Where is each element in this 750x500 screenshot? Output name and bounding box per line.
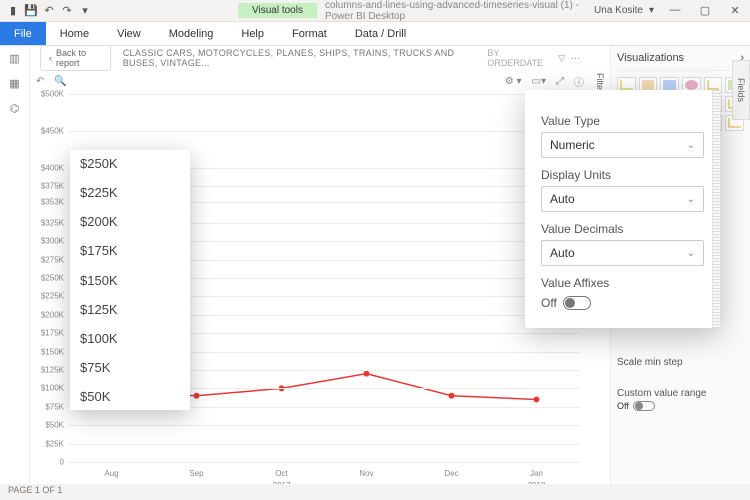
- chart-fullscreen-icon[interactable]: ⤢: [556, 76, 564, 87]
- mag-tick: $150K: [80, 273, 180, 288]
- mag-tick: $250K: [80, 156, 180, 171]
- chevron-down-icon: ⌄: [687, 248, 695, 259]
- y-tick: $125K: [34, 366, 64, 375]
- mag-tick: $50K: [80, 389, 180, 404]
- model-view-icon[interactable]: ⌬: [10, 102, 20, 115]
- y-tick: $200K: [34, 310, 64, 319]
- status-bar: PAGE 1 OF 1: [0, 484, 750, 500]
- tab-home[interactable]: Home: [46, 24, 103, 44]
- popup-grip[interactable]: [712, 90, 720, 328]
- contextual-tab[interactable]: Visual tools: [238, 3, 317, 18]
- search-icon[interactable]: 🔍: [54, 76, 66, 87]
- x-tick: Jan: [499, 469, 574, 478]
- quick-access-toolbar: ▮ 💾 ↶ ↷ ▾: [0, 4, 98, 18]
- y-tick: $100K: [34, 384, 64, 393]
- back-button[interactable]: ‹Back to report: [40, 45, 111, 71]
- by-orderdate-label: BY ORDERDATE: [487, 48, 546, 68]
- y-tick: $150K: [34, 347, 64, 356]
- tab-help[interactable]: Help: [227, 24, 278, 44]
- x-tick: Nov: [329, 469, 404, 478]
- tab-data-drill[interactable]: Data / Drill: [341, 24, 420, 44]
- report-header: ‹Back to report CLASSIC CARS, MOTORCYCLE…: [30, 46, 590, 70]
- value-decimals-select[interactable]: Auto⌄: [541, 240, 704, 266]
- chevron-down-icon: ⌄: [687, 140, 695, 151]
- tab-file[interactable]: File: [0, 22, 46, 45]
- tab-modeling[interactable]: Modeling: [155, 24, 228, 44]
- y-tick: $400K: [34, 163, 64, 172]
- category-list: CLASSIC CARS, MOTORCYCLES, PLANES, SHIPS…: [123, 48, 476, 68]
- data-view-icon[interactable]: ▦: [9, 77, 19, 90]
- undo-chart-icon[interactable]: ↶: [36, 76, 44, 87]
- user-chevron-icon: ▾: [649, 5, 654, 16]
- y-tick: $450K: [34, 126, 64, 135]
- page-indicator: PAGE 1 OF 1: [8, 485, 62, 495]
- y-tick: $75K: [34, 402, 64, 411]
- x-tick: Aug: [74, 469, 149, 478]
- x-tick: Oct: [244, 469, 319, 478]
- display-units-select[interactable]: Auto⌄: [541, 186, 704, 212]
- value-affixes-label: Value Affixes: [541, 276, 704, 290]
- chevron-down-icon: ⌄: [687, 194, 695, 205]
- value-decimals-label: Value Decimals: [541, 222, 704, 236]
- tab-format[interactable]: Format: [278, 24, 341, 44]
- custom-range-toggle[interactable]: Off: [617, 401, 744, 411]
- save-icon[interactable]: 💾: [24, 4, 38, 18]
- maximize-icon[interactable]: ▢: [690, 4, 720, 17]
- fields-tab[interactable]: Fields: [732, 60, 750, 120]
- y-tick: $275K: [34, 255, 64, 264]
- more-icon[interactable]: ⋯: [571, 53, 580, 64]
- mag-tick: $200K: [80, 214, 180, 229]
- report-view-icon[interactable]: ▥: [9, 52, 19, 65]
- x-tick: Sep: [159, 469, 234, 478]
- filter-icon[interactable]: ▽: [558, 53, 565, 64]
- scale-min-step-label: Scale min step: [617, 357, 744, 368]
- y-tick: $250K: [34, 274, 64, 283]
- chart-toolbar: ↶ 🔍 ⚙ ▾ ▭▾ ⤢ ⓘ: [36, 72, 584, 90]
- document-title: columns-and-lines-using-advanced-timeser…: [317, 0, 588, 22]
- y-tick: $353K: [34, 198, 64, 207]
- mag-tick: $125K: [80, 302, 180, 317]
- custom-value-range-label: Custom value range: [617, 388, 744, 399]
- chart-export-icon[interactable]: ▭▾: [532, 76, 546, 87]
- value-type-label: Value Type: [541, 114, 704, 128]
- mag-tick: $75K: [80, 360, 180, 375]
- chart-info-icon[interactable]: ⓘ: [574, 74, 584, 89]
- close-icon[interactable]: ✕: [720, 4, 750, 17]
- visualizations-header: Visualizations: [617, 52, 684, 64]
- y-tick: $300K: [34, 237, 64, 246]
- user-name[interactable]: Una Kosite▾: [588, 5, 660, 16]
- value-type-select[interactable]: Numeric⌄: [541, 132, 704, 158]
- app-icon: ▮: [6, 4, 20, 18]
- y-axis-magnifier: $250K $225K $200K $175K $150K $125K $100…: [70, 150, 190, 410]
- y-tick: $50K: [34, 421, 64, 430]
- y-tick: 0: [34, 458, 64, 467]
- ribbon-tabs: File Home View Modeling Help Format Data…: [0, 22, 750, 46]
- qat-chevron-icon[interactable]: ▾: [78, 4, 92, 18]
- left-rail: ▥ ▦ ⌬: [0, 46, 30, 484]
- chevron-left-icon: ‹: [49, 53, 52, 63]
- y-tick: $175K: [34, 329, 64, 338]
- redo-icon[interactable]: ↷: [60, 4, 74, 18]
- format-popup: Value Type Numeric⌄ Display Units Auto⌄ …: [525, 90, 720, 328]
- y-tick: $25K: [34, 439, 64, 448]
- y-tick: $375K: [34, 182, 64, 191]
- display-units-label: Display Units: [541, 168, 704, 182]
- tab-view[interactable]: View: [103, 24, 155, 44]
- value-affixes-toggle[interactable]: Off: [541, 296, 704, 310]
- chart-settings-icon[interactable]: ⚙ ▾: [505, 76, 522, 87]
- y-tick: $325K: [34, 218, 64, 227]
- x-tick: Dec: [414, 469, 489, 478]
- mag-tick: $175K: [80, 243, 180, 258]
- y-tick: $225K: [34, 292, 64, 301]
- undo-icon[interactable]: ↶: [42, 4, 56, 18]
- window-controls: — ▢ ✕: [660, 4, 750, 17]
- title-bar: ▮ 💾 ↶ ↷ ▾ Visual tools columns-and-lines…: [0, 0, 750, 22]
- y-tick: $500K: [34, 90, 64, 99]
- minimize-icon[interactable]: —: [660, 4, 690, 17]
- mag-tick: $225K: [80, 185, 180, 200]
- mag-tick: $100K: [80, 331, 180, 346]
